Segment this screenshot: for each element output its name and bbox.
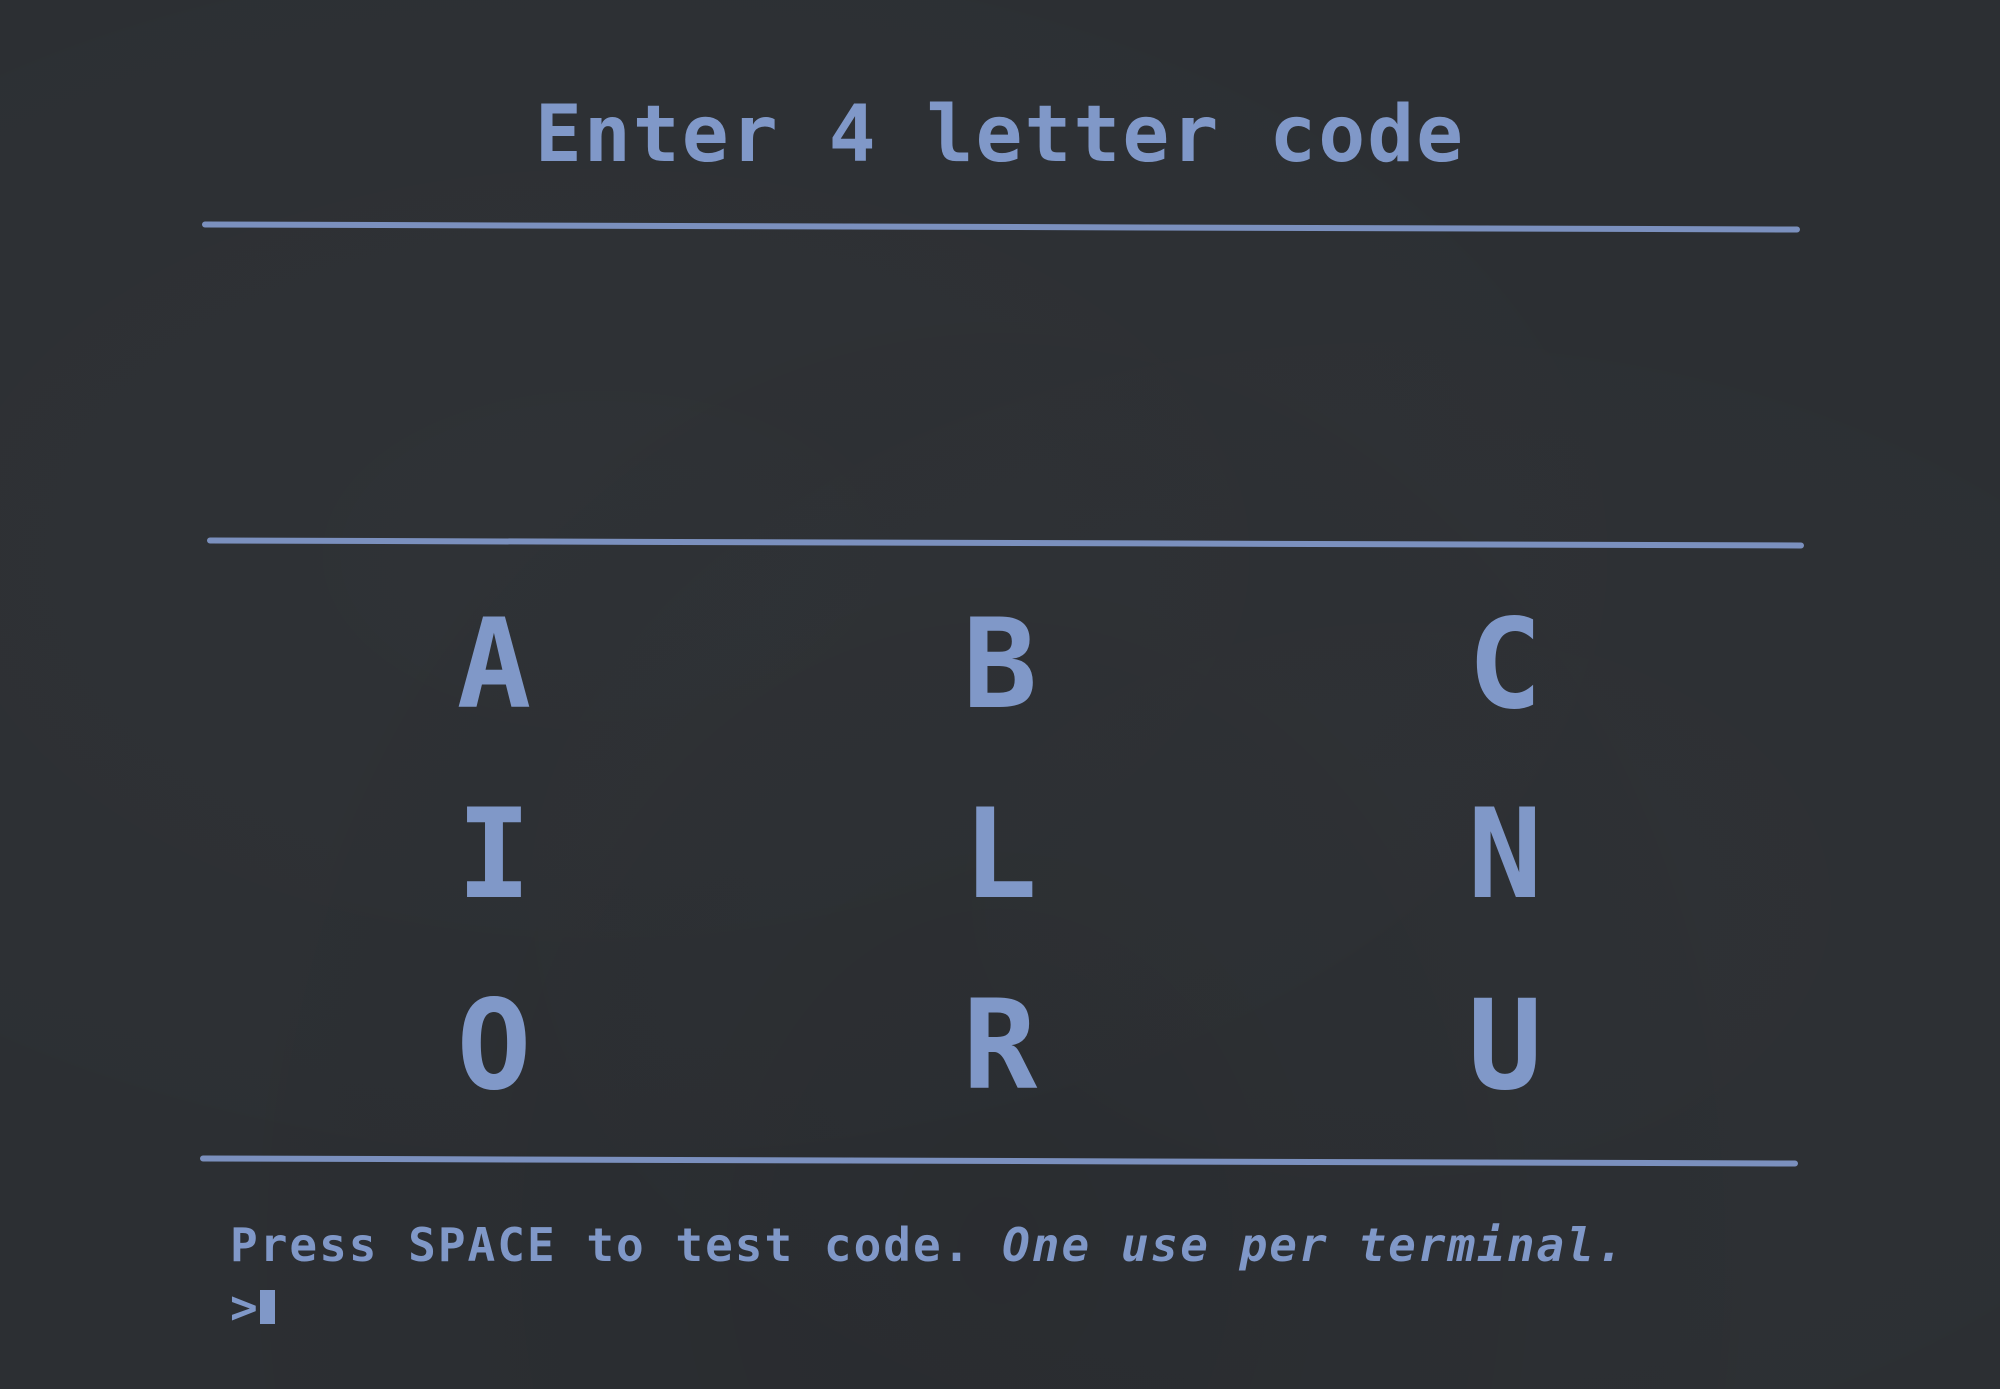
code-entry-display	[210, 240, 1800, 530]
usage-note: One use per terminal.	[1002, 1218, 1626, 1272]
key-r[interactable]: R	[900, 971, 1100, 1121]
key-o[interactable]: O	[394, 971, 594, 1121]
key-u[interactable]: U	[1405, 971, 1605, 1121]
divider-bottom	[199, 1155, 1799, 1167]
instruction-text: Press SPACE to test code.	[230, 1218, 973, 1272]
divider-top	[201, 221, 1801, 233]
key-c[interactable]: C	[1405, 590, 1605, 740]
text-cursor	[259, 1290, 275, 1324]
letter-keypad: A B C I L N O R U	[240, 590, 1760, 1110]
key-b[interactable]: B	[900, 590, 1100, 740]
key-i[interactable]: I	[394, 780, 594, 930]
footer-instructions: Press SPACE to test code. One use per te…	[230, 1222, 1626, 1268]
prompt-symbol: >	[230, 1280, 258, 1334]
key-l[interactable]: L	[900, 780, 1100, 930]
divider-middle	[206, 537, 1805, 549]
key-n[interactable]: N	[1405, 780, 1605, 930]
page-title: Enter 4 letter code	[534, 90, 1466, 180]
key-a[interactable]: A	[394, 590, 594, 740]
command-prompt[interactable]: >	[230, 1284, 275, 1330]
